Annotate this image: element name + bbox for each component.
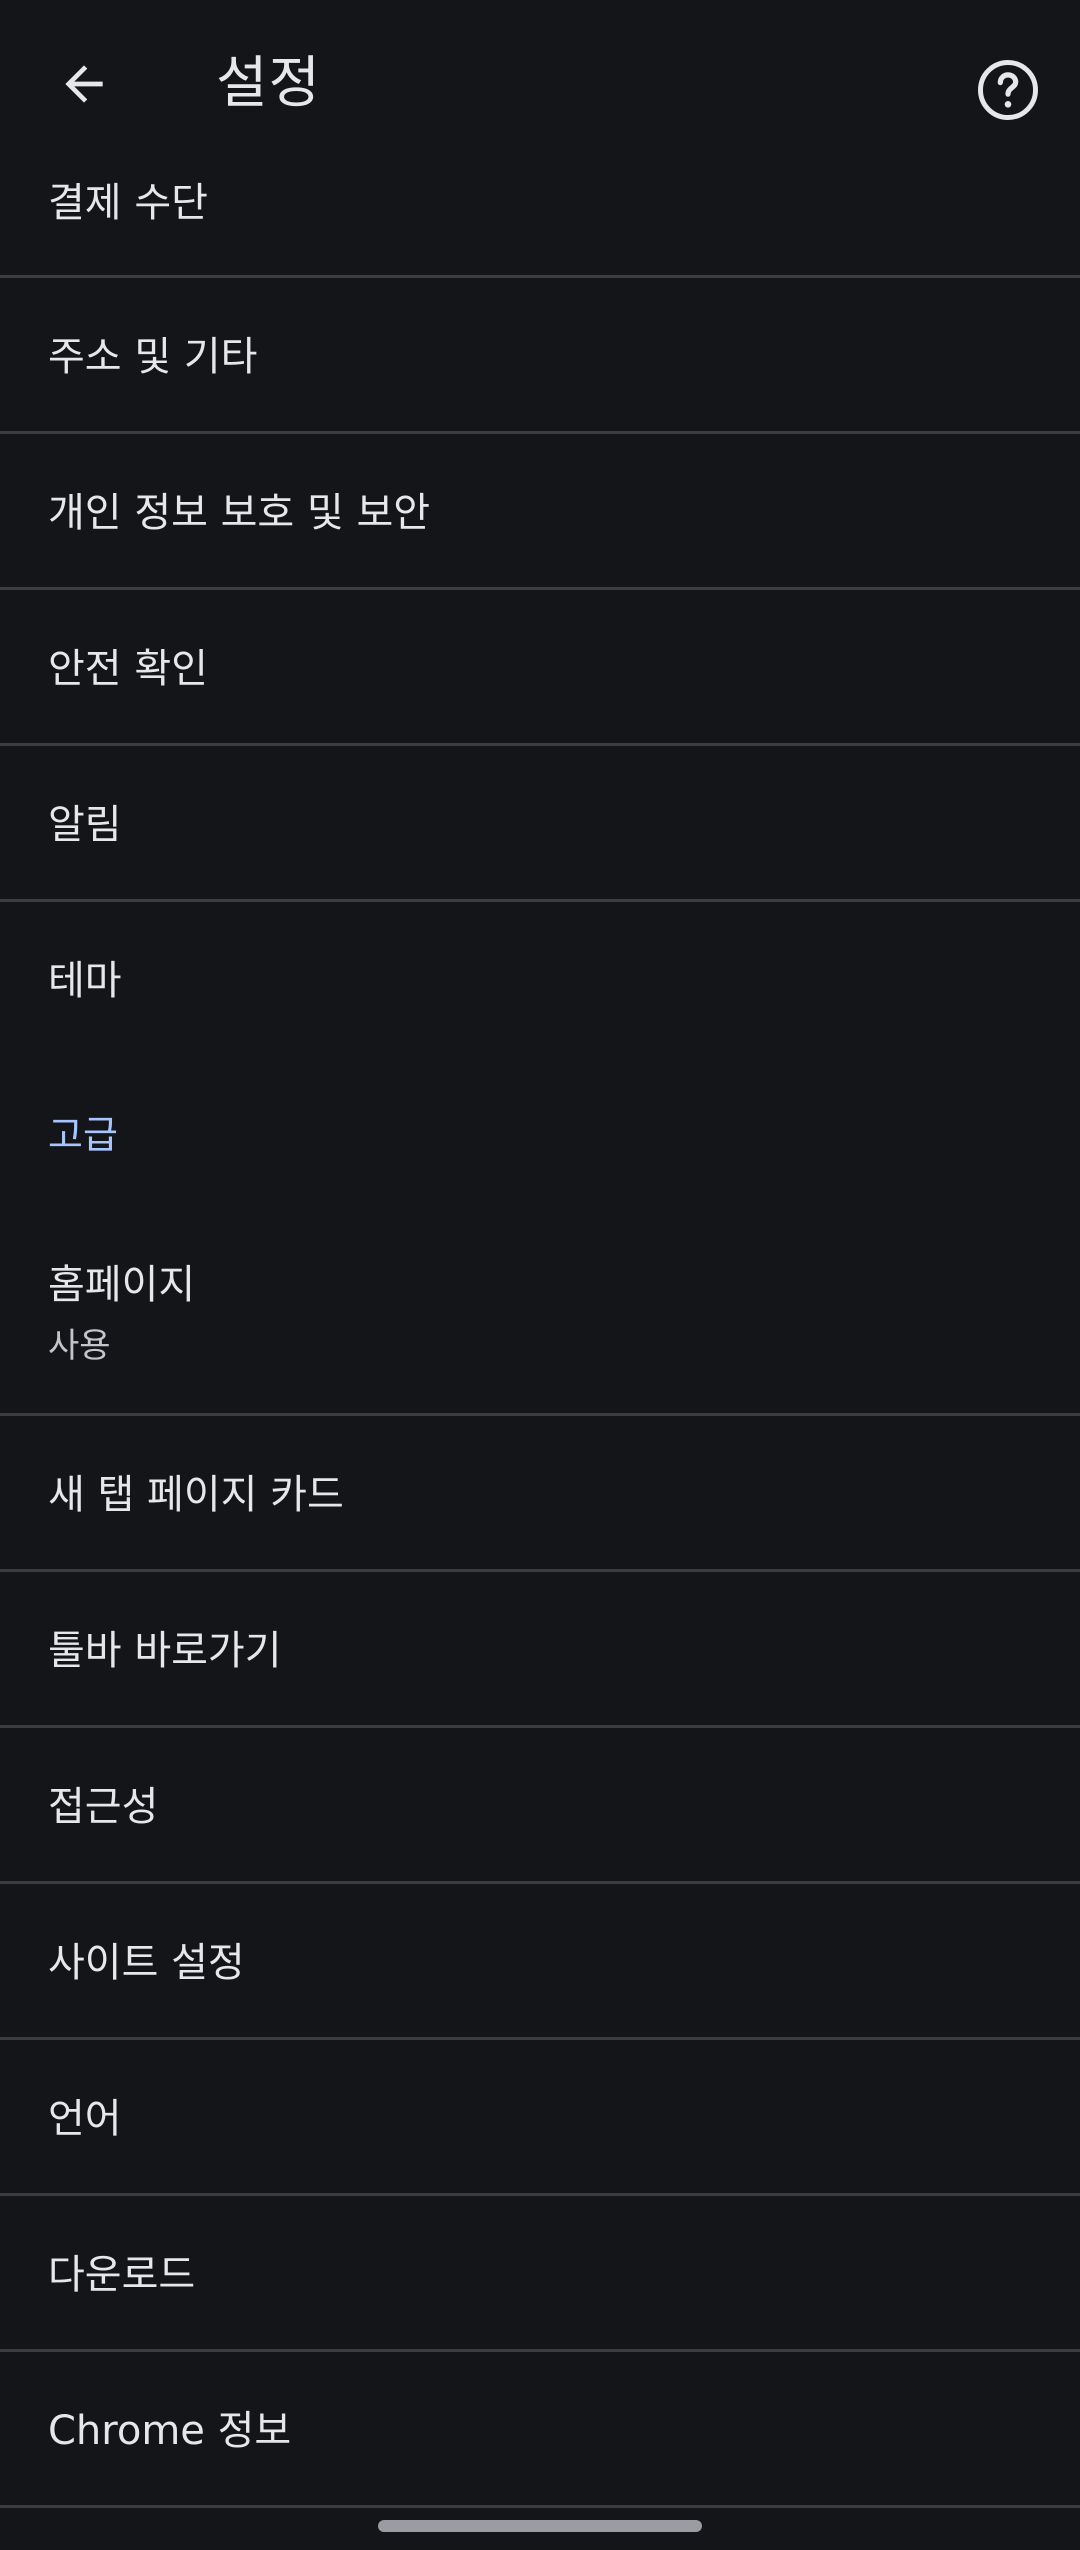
section-header-advanced: 고급 [48,1113,118,1157]
settings-item-new-tab-cards[interactable]: 새 탭 페이지 카드 [0,1416,1080,1570]
settings-item-safety-check[interactable]: 안전 확인 [0,590,1080,744]
settings-item-label: 개인 정보 보호 및 보안 [48,490,431,536]
settings-item-notifications[interactable]: 알림 [0,746,1080,900]
settings-item-label: 알림 [48,802,122,848]
settings-item-accessibility[interactable]: 접근성 [0,1728,1080,1882]
settings-item-languages[interactable]: 언어 [0,2040,1080,2194]
divider [0,2505,1080,2508]
settings-item-privacy-security[interactable]: 개인 정보 보호 및 보안 [0,434,1080,588]
back-button[interactable] [38,38,130,130]
settings-item-label: 사이트 설정 [48,1940,245,1986]
arrow-left-icon [65,65,103,103]
settings-item-label: 다운로드 [48,2252,196,2298]
settings-item-label: 주소 및 기타 [48,334,258,380]
settings-item-site-settings[interactable]: 사이트 설정 [0,1884,1080,2038]
settings-item-about-chrome[interactable]: Chrome 정보 [0,2352,1080,2506]
settings-item-label: 툴바 바로가기 [48,1628,282,1674]
settings-item-label: 홈페이지 [48,1262,196,1308]
help-button[interactable] [962,44,1054,136]
page-title: 설정 [216,51,322,116]
settings-item-label: Chrome 정보 [48,2408,292,2454]
settings-item-homepage[interactable]: 홈페이지 사용 [0,1214,1080,1414]
help-circle-icon [978,60,1038,120]
gesture-nav-handle[interactable] [378,2520,702,2532]
settings-item-label: 테마 [48,958,122,1004]
settings-item-theme[interactable]: 테마 [0,902,1080,1052]
settings-item-addresses[interactable]: 주소 및 기타 [0,278,1080,432]
settings-item-label: 결제 수단 [48,180,208,226]
settings-item-label: 접근성 [48,1784,159,1830]
settings-screen: 결제 수단 주소 및 기타 개인 정보 보호 및 보안 안전 확인 알림 테마 … [0,0,1080,2550]
settings-item-sublabel: 사용 [48,1326,111,1366]
settings-item-toolbar-shortcut[interactable]: 툴바 바로가기 [0,1572,1080,1726]
settings-item-downloads[interactable]: 다운로드 [0,2196,1080,2350]
app-bar: 설정 [0,0,1080,176]
settings-item-label: 안전 확인 [48,646,208,692]
settings-item-label: 언어 [48,2096,122,2142]
settings-item-label: 새 탭 페이지 카드 [48,1472,344,1518]
